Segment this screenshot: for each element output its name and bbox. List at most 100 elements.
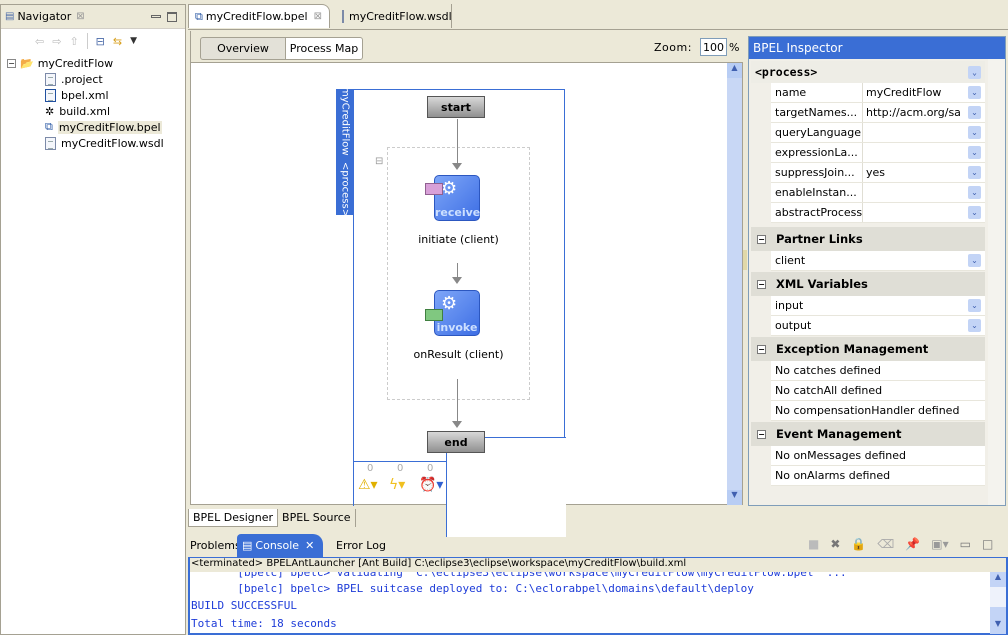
collapse-all-icon[interactable]: ⊟	[96, 35, 105, 48]
tree-item-file[interactable]: ✲ build.xml	[45, 103, 110, 119]
view-menu-icon[interactable]: ▼	[130, 36, 137, 46]
forward-icon[interactable]: ⇨	[52, 35, 61, 48]
collapse-icon[interactable]: −	[757, 234, 766, 244]
warning-icon[interactable]: ⚠▾	[358, 477, 378, 493]
pin-console-icon[interactable]: 📌	[905, 537, 920, 551]
close-icon[interactable]: ✕	[305, 539, 314, 552]
editor-toolbar: Overview Process Map Zoom: %	[190, 31, 743, 62]
section-header[interactable]: − Partner Links	[751, 227, 985, 251]
bpel-inspector: BPEL Inspector <process> ⌄ name myCreditF…	[748, 36, 1006, 506]
property-row[interactable]: enableInstan... ⌄	[771, 183, 985, 203]
tab-console[interactable]: ▤ Console ✕	[237, 534, 323, 557]
chevron-down-icon[interactable]: ⌄	[968, 254, 981, 267]
chevron-down-icon[interactable]: ⌄	[968, 299, 981, 312]
zoom-input[interactable]	[700, 38, 727, 56]
fault-icon[interactable]: ϟ▾	[389, 477, 405, 493]
item-label: client	[775, 254, 806, 267]
scroll-up-icon[interactable]: ▲	[727, 63, 742, 78]
close-icon[interactable]: ⊠	[314, 11, 322, 22]
alarm-clock-icon[interactable]: ⏰▾	[419, 477, 443, 493]
tree-item-file[interactable]: .project	[45, 71, 103, 87]
section-item[interactable]: input ⌄	[771, 296, 985, 316]
tab-bpel[interactable]: ⧉ myCreditFlow.bpel ⊠	[188, 4, 330, 28]
collapse-icon[interactable]: −	[757, 429, 766, 439]
section-item[interactable]: No compensationHandler defined	[771, 401, 985, 421]
inspector-scrollbar[interactable]	[988, 59, 1005, 505]
section-item[interactable]: No catches defined	[771, 361, 985, 381]
link-editor-icon[interactable]: ⇆	[113, 35, 122, 48]
property-value[interactable]: yes	[863, 166, 968, 179]
property-row[interactable]: abstractProcess ⌄	[771, 203, 985, 223]
clear-console-icon[interactable]: ⌫	[877, 537, 894, 551]
section-item[interactable]: No catchAll defined	[771, 381, 985, 401]
section-header[interactable]: − Exception Management	[751, 337, 985, 361]
tab-error-log[interactable]: Error Log	[336, 539, 386, 552]
tab-bpel-source[interactable]: BPEL Source	[278, 509, 356, 527]
chevron-down-icon[interactable]: ⌄	[968, 146, 981, 159]
scroll-lock-icon[interactable]: 🔒	[851, 537, 866, 551]
remove-launches-icon[interactable]: ✖	[830, 537, 840, 551]
section-header[interactable]: − Event Management	[751, 422, 985, 446]
invoke-activity[interactable]: ⚙ invoke	[425, 290, 480, 336]
scroll-down-icon[interactable]: ▼	[990, 619, 1006, 634]
chevron-down-icon[interactable]: ⌄	[968, 319, 981, 332]
process-map-button[interactable]: Process Map	[285, 37, 363, 60]
process-side-label[interactable]: myCreditFlow <process>	[336, 87, 354, 217]
terminate-icon[interactable]: ■	[808, 537, 819, 551]
collapse-icon[interactable]: −	[7, 58, 16, 68]
chevron-down-icon[interactable]: ⌄	[968, 65, 981, 79]
receive-activity[interactable]: ⚙ receive	[425, 175, 480, 221]
file-label: myCreditFlow.bpel	[57, 120, 162, 134]
overview-button[interactable]: Overview	[200, 37, 286, 60]
scroll-up-icon[interactable]: ▲	[990, 572, 1006, 587]
splitter-handle[interactable]	[743, 250, 747, 270]
up-icon[interactable]: ⇧	[69, 35, 78, 48]
property-row[interactable]: targetNames... http://acm.org/sa ⌄	[771, 103, 985, 123]
property-row[interactable]: queryLanguage ⌄	[771, 123, 985, 143]
tree-item-file[interactable]: myCreditFlow.wsdl	[45, 135, 164, 151]
end-node[interactable]: end	[427, 431, 485, 453]
scroll-down-icon[interactable]: ▼	[727, 490, 742, 505]
chevron-down-icon[interactable]: ⌄	[968, 86, 981, 99]
chevron-down-icon[interactable]: ⌄	[968, 126, 981, 139]
chevron-down-icon[interactable]: ⌄	[968, 166, 981, 179]
collapse-icon[interactable]: −	[757, 344, 766, 354]
close-icon[interactable]: ⊠	[76, 11, 84, 22]
start-node[interactable]: start	[427, 96, 485, 118]
scroll-thumb[interactable]	[990, 607, 1006, 619]
sequence-icon[interactable]: ⊟	[375, 156, 383, 167]
section-item[interactable]: output ⌄	[771, 316, 985, 336]
section-header[interactable]: − XML Variables	[751, 272, 985, 296]
tree-item-project[interactable]: − 📂 myCreditFlow	[7, 55, 113, 71]
minimize-icon[interactable]	[151, 15, 161, 18]
collapse-icon[interactable]: −	[757, 279, 766, 289]
tab-problems[interactable]: Problems	[190, 539, 241, 552]
tree-item-file-selected[interactable]: ⧉ myCreditFlow.bpel	[45, 119, 162, 135]
section-item[interactable]: No onMessages defined	[771, 446, 985, 466]
chevron-down-icon[interactable]: ⌄	[968, 186, 981, 199]
process-canvas[interactable]: myCreditFlow <process> ⊟ start ⚙ receive…	[190, 62, 743, 537]
console-output[interactable]: [bpelc] bpelc> validating "C:\eclipse3\e…	[190, 572, 1006, 634]
maximize-icon[interactable]	[167, 11, 177, 22]
maximize-icon[interactable]: □	[982, 537, 993, 551]
minimize-icon[interactable]: ▭	[960, 537, 971, 551]
section-item[interactable]: client ⌄	[771, 251, 985, 271]
tab-wsdl[interactable]: myCreditFlow.wsdl	[336, 4, 452, 28]
property-row[interactable]: expressionLa... ⌄	[771, 143, 985, 163]
chevron-down-icon[interactable]: ⌄	[968, 206, 981, 219]
tab-bpel-designer[interactable]: BPEL Designer	[188, 509, 279, 527]
section-item[interactable]: No onAlarms defined	[771, 466, 985, 486]
property-row[interactable]: suppressJoin... yes ⌄	[771, 163, 985, 183]
canvas-vertical-scrollbar[interactable]: ▲ ▼	[727, 63, 742, 505]
activity-type-label: invoke	[436, 321, 478, 334]
tree-item-file[interactable]: bpel.xml	[45, 87, 109, 103]
back-icon[interactable]: ⇦	[35, 35, 44, 48]
chevron-down-icon[interactable]: ⌄	[968, 106, 981, 119]
console-scrollbar[interactable]: ▲ ▼	[990, 572, 1006, 634]
property-value[interactable]: http://acm.org/sa	[863, 106, 968, 119]
display-console-icon[interactable]: ▣▾	[931, 537, 948, 551]
property-key: queryLanguage	[771, 123, 863, 142]
inspector-root[interactable]: <process> ⌄	[751, 61, 985, 83]
property-value[interactable]: myCreditFlow	[863, 86, 968, 99]
property-row[interactable]: name myCreditFlow ⌄	[771, 83, 985, 103]
